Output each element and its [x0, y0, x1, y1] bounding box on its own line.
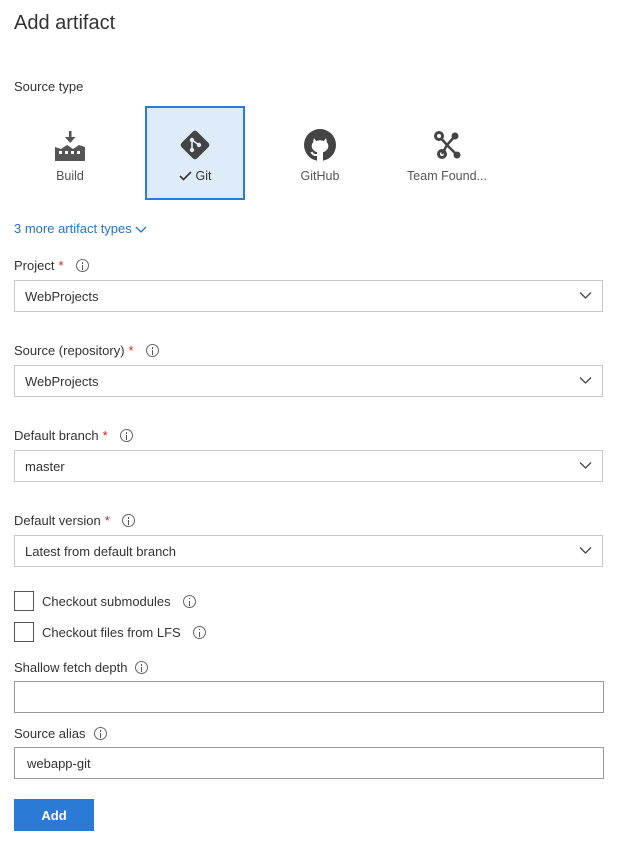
source-alias-label: Source alias	[14, 726, 107, 741]
info-icon[interactable]	[93, 727, 107, 740]
info-icon[interactable]	[119, 429, 133, 442]
default-version-value: Latest from default branch	[25, 543, 177, 559]
source-type-label-github: GitHub	[300, 169, 340, 183]
info-icon[interactable]	[145, 344, 159, 357]
chevron-down-icon	[579, 292, 592, 299]
team-foundation-icon	[395, 128, 499, 164]
source-repository-label: Source (repository) *	[14, 343, 159, 358]
project-label: Project *	[14, 258, 89, 273]
info-icon[interactable]	[182, 594, 196, 608]
source-type-label-git: Git	[195, 169, 212, 183]
project-value: WebProjects	[25, 288, 99, 304]
default-version-dropdown[interactable]: Latest from default branch	[14, 535, 603, 567]
github-icon	[270, 128, 370, 164]
checkout-lfs-row: Checkout files from LFS	[14, 622, 206, 642]
checkout-submodules-label[interactable]: Checkout submodules	[42, 594, 171, 609]
project-dropdown[interactable]: WebProjects	[14, 280, 603, 312]
default-branch-label: Default branch *	[14, 428, 133, 443]
shallow-fetch-depth-input[interactable]	[14, 681, 604, 713]
chevron-down-icon	[135, 226, 147, 233]
required-marker: *	[58, 258, 64, 273]
required-marker: *	[104, 513, 110, 528]
info-icon[interactable]	[192, 625, 206, 639]
checkout-submodules-checkbox[interactable]	[14, 591, 34, 611]
chevron-down-icon	[579, 547, 592, 554]
checkout-lfs-label[interactable]: Checkout files from LFS	[42, 625, 181, 640]
more-artifact-types-link[interactable]: 3 more artifact types	[14, 221, 147, 236]
shallow-fetch-depth-label: Shallow fetch depth	[14, 660, 149, 675]
source-type-label-build: Build	[56, 169, 84, 183]
build-icon	[20, 128, 120, 164]
source-type-github[interactable]: GitHub	[270, 106, 370, 200]
default-branch-dropdown[interactable]: master	[14, 450, 603, 482]
chevron-down-icon	[579, 377, 592, 384]
source-type-team-foundation[interactable]: Team Found...	[395, 106, 499, 200]
info-icon[interactable]	[135, 661, 149, 674]
checkout-submodules-row: Checkout submodules	[14, 591, 196, 611]
source-type-picker: Build Git GitHub Team Found...	[20, 106, 500, 200]
more-artifact-types-text: 3 more artifact types	[14, 221, 132, 236]
chevron-down-icon	[579, 462, 592, 469]
source-type-label: Source type	[14, 79, 84, 94]
source-alias-input[interactable]	[14, 747, 604, 779]
required-marker: *	[102, 428, 108, 443]
panel-title: Add artifact	[14, 12, 116, 34]
source-repository-value: WebProjects	[25, 373, 99, 389]
required-marker: *	[128, 343, 134, 358]
source-repository-dropdown[interactable]: WebProjects	[14, 365, 603, 397]
source-type-label-team-foundation: Team Found...	[407, 169, 487, 183]
git-icon	[147, 128, 243, 164]
source-type-git[interactable]: Git	[145, 106, 245, 200]
checkmark-icon	[178, 171, 192, 181]
default-branch-value: master	[25, 458, 65, 474]
add-button[interactable]: Add	[14, 799, 94, 831]
source-type-build[interactable]: Build	[20, 106, 120, 200]
checkout-lfs-checkbox[interactable]	[14, 622, 34, 642]
info-icon[interactable]	[75, 259, 89, 272]
default-version-label: Default version *	[14, 513, 135, 528]
info-icon[interactable]	[121, 514, 135, 527]
